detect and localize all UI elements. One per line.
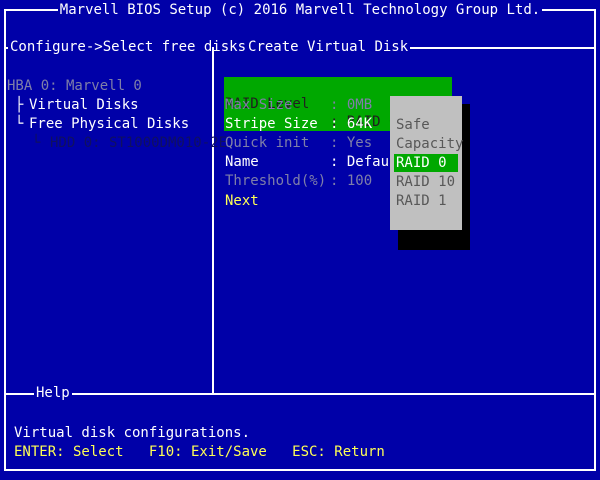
help-divider-line <box>4 393 596 395</box>
popup-option-safe[interactable]: Safe <box>396 116 458 134</box>
threshold-label: Threshold(%) <box>225 173 327 189</box>
help-label: Help <box>34 385 72 401</box>
name-label[interactable]: Name <box>225 153 259 171</box>
tree-item-free-physical-disks[interactable]: Free Physical Disks <box>29 115 189 133</box>
tree-hba[interactable]: HBA 0: Marvell 0 <box>7 77 142 95</box>
max-size-value: : 0MB <box>330 97 373 113</box>
tree-connector-1: ├ <box>15 97 24 113</box>
stripe-size-label[interactable]: Stripe Size <box>225 115 318 133</box>
popup-option-capacity[interactable]: Capacity <box>396 135 463 153</box>
popup-option-raid-0[interactable]: RAID 0 <box>394 154 458 172</box>
quick-init-label: Quick init <box>225 135 310 151</box>
breadcrumb: Configure->Select free disks Create Virtu… <box>8 39 411 55</box>
tree-item-virtual-disks[interactable]: Virtual Disks <box>29 96 139 114</box>
next-button[interactable]: Next <box>225 192 259 210</box>
popup-option-raid-10[interactable]: RAID 10 <box>396 173 458 191</box>
frame-bottom-line <box>4 469 596 471</box>
tree-connector-2: └ <box>15 116 24 132</box>
raid-level-popup[interactable]: Safe Capacity RAID 0 RAID 10 RAID 1 <box>390 96 463 230</box>
help-keys: ENTER: Select F10: Exit/Save ESC: Return <box>14 444 385 460</box>
max-size-label: Max Size <box>225 97 293 113</box>
stripe-size-value[interactable]: : 64K <box>330 115 372 133</box>
frame-right-line <box>594 9 596 471</box>
panel-divider <box>212 47 214 393</box>
threshold-value: : 100 <box>330 173 373 189</box>
window-title: Marvell BIOS Setup (c) 2016 Marvell Tech… <box>57 2 543 18</box>
quick-init-value: : Yes <box>330 135 373 151</box>
popup-option-raid-1[interactable]: RAID 1 <box>396 192 458 210</box>
tree-connector-3: └ <box>32 135 41 151</box>
help-text: Virtual disk configurations. <box>14 425 251 441</box>
frame-left-line <box>4 9 6 471</box>
name-value[interactable]: : Defaul <box>330 153 397 171</box>
